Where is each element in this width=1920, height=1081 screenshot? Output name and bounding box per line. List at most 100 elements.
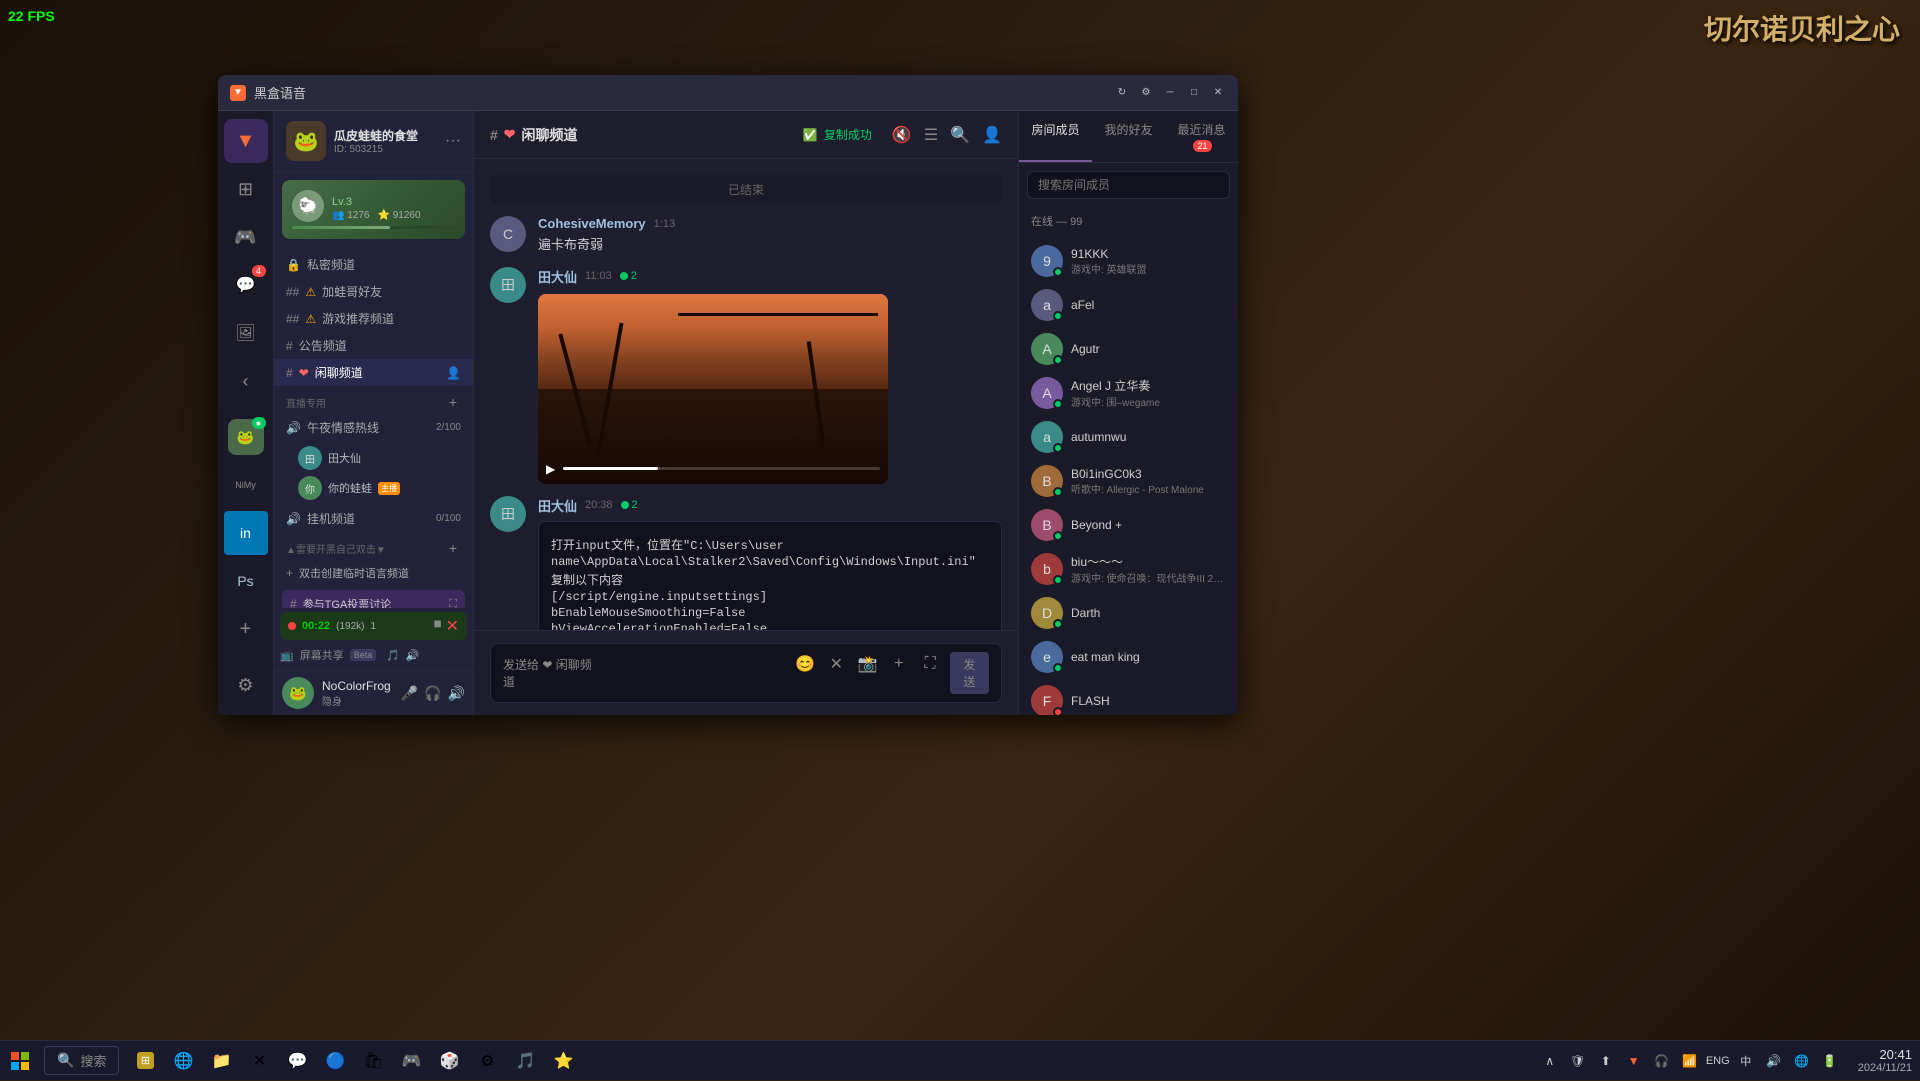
emoji-btn[interactable]: 😊	[793, 652, 816, 676]
taskbar-app-chrome[interactable]: 🔵	[317, 1043, 353, 1079]
list-icon[interactable]: ☰	[924, 125, 938, 145]
rec-stop-btn[interactable]: ⏹	[434, 616, 442, 636]
code-line-4: bEnableMouseSmoothing=False	[551, 606, 989, 620]
taskbar-app-chat[interactable]: 💬	[279, 1043, 315, 1079]
send-button[interactable]: 发送	[950, 652, 989, 694]
tray-keyboard[interactable]: 中	[1734, 1049, 1758, 1073]
sidebar-icon-grid[interactable]: ⊞	[224, 167, 268, 211]
msg-image-2[interactable]: ▶	[538, 294, 888, 484]
member-afel[interactable]: a aFel	[1019, 283, 1238, 327]
channel-double-click[interactable]: + 双击创建临时语言频道	[274, 560, 473, 586]
tray-up-arrow[interactable]: ∧	[1538, 1049, 1562, 1073]
member-avatar-4: A	[1031, 377, 1063, 409]
tab-recent[interactable]: 最近消息 21	[1165, 111, 1238, 162]
member-eatman[interactable]: e eat man king	[1019, 635, 1238, 679]
mute-icon[interactable]: 🔇	[892, 125, 912, 145]
channel-announcement[interactable]: # 公告频道	[274, 332, 473, 359]
member-biu[interactable]: b biu～～～ 游戏中: 使命召唤：现代战争III 2022	[1019, 547, 1238, 591]
app-body: ▼ ⊞ 🎮 💬 4 🖼 ‹ 🐸 ● NiMy in Ps + ⚙ 🐸	[218, 111, 1238, 715]
tga-button[interactable]: # 参与TGA投票讨论 ⛶	[282, 590, 465, 608]
member-91kkk[interactable]: 9 91KKK 游戏中: 英雄联盟	[1019, 239, 1238, 283]
tray-network[interactable]: ⬆	[1594, 1049, 1618, 1073]
channel-private[interactable]: 🔒 私密频道	[274, 251, 473, 278]
settings-button[interactable]: ⚙	[1138, 85, 1154, 101]
server-more-button[interactable]: ···	[445, 132, 461, 150]
tray-battery[interactable]: 🔋	[1818, 1049, 1842, 1073]
taskbar-app-close[interactable]: ✕	[241, 1043, 277, 1079]
channel-friends[interactable]: ## ⚠ 加蛙哥好友	[274, 278, 473, 305]
chat-area: # ❤ 闲聊频道 ✅ 复制成功 🔇 ☰ 🔍 👤 已结束	[474, 111, 1018, 715]
minimize-button[interactable]: ─	[1162, 85, 1178, 101]
sidebar-icon-settings[interactable]: ⚙	[224, 663, 268, 707]
close-btn[interactable]: ✕	[825, 652, 848, 676]
tray-security[interactable]: 🛡	[1566, 1049, 1590, 1073]
channel-game-recommend[interactable]: ## ⚠ 游戏推荐频道	[274, 305, 473, 332]
taskbar-app-star[interactable]: ⭐	[545, 1043, 581, 1079]
volume-btn[interactable]: 🔊	[448, 685, 465, 702]
sidebar-icon-add[interactable]: +	[224, 607, 268, 651]
member-b0i[interactable]: B B0i1inGC0k3 听歌中: Allergic - Post Malon…	[1019, 459, 1238, 503]
taskbar-app-browser[interactable]: 🌐	[165, 1043, 201, 1079]
taskbar-app-settings[interactable]: ⚙	[469, 1043, 505, 1079]
person-icon[interactable]: 👤	[982, 125, 1002, 145]
tray-volume[interactable]: 🔊	[1762, 1049, 1786, 1073]
channel-afternoon[interactable]: 🔊 午夜情感热线 2/100	[274, 414, 473, 441]
member-beyond[interactable]: B Beyond +	[1019, 503, 1238, 547]
headphone-btn[interactable]: 🎧	[424, 685, 441, 702]
sidebar-icon-linkedin[interactable]: in	[224, 511, 268, 555]
channel-chat[interactable]: # ❤ 闲聊频道 👤	[274, 359, 473, 386]
tray-language[interactable]: ENG	[1706, 1049, 1730, 1073]
member-autumnwu[interactable]: a autumnwu	[1019, 415, 1238, 459]
refresh-button[interactable]: ↻	[1114, 85, 1130, 101]
sidebar-icon-user[interactable]: 🐸 ●	[224, 415, 268, 459]
screenshot-btn[interactable]: 📸	[856, 652, 879, 676]
member-flash[interactable]: F FLASH	[1019, 679, 1238, 715]
tray-app1[interactable]: ▼	[1622, 1049, 1646, 1073]
status-dot-8	[1053, 575, 1063, 585]
taskbar-app-media[interactable]: 🎵	[507, 1043, 543, 1079]
sidebar-icon-ps[interactable]: Ps	[224, 559, 268, 603]
taskbar-search[interactable]: 🔍 搜索	[44, 1046, 119, 1075]
fullscreen-btn[interactable]: ⛶	[918, 652, 941, 676]
rec-close-btn[interactable]: ✕	[446, 616, 459, 636]
member-darth[interactable]: D Darth	[1019, 591, 1238, 635]
rec-controls: ⏹ ✕	[434, 616, 459, 636]
taskbar-app-game[interactable]: 🎮	[393, 1043, 429, 1079]
sidebar-icon-arrow[interactable]: ‹	[224, 359, 268, 403]
add-live-channel[interactable]: +	[445, 394, 461, 410]
sidebar-text-nimy[interactable]: NiMy	[224, 463, 268, 507]
sidebar-icon-photo[interactable]: 🖼	[224, 311, 268, 355]
maximize-button[interactable]: □	[1186, 85, 1202, 101]
taskbar-app-explorer[interactable]: ⊞	[127, 1043, 163, 1079]
start-button[interactable]	[0, 1041, 40, 1081]
channel-hangout[interactable]: 🔊 挂机频道 0/100	[274, 505, 473, 532]
member-agutr[interactable]: A Agutr	[1019, 327, 1238, 371]
sidebar-icon-chat[interactable]: 💬 4	[224, 263, 268, 307]
voice-name-2: 你的蛙蛙	[328, 480, 372, 496]
chat-message-input[interactable]	[609, 666, 785, 681]
tray-network2[interactable]: 🌐	[1790, 1049, 1814, 1073]
sidebar-icon-game[interactable]: 🎮	[224, 215, 268, 259]
member-search-input[interactable]	[1027, 171, 1230, 199]
msg-header-1: CohesiveMemory 1:13	[538, 216, 1002, 231]
close-button[interactable]: ✕	[1210, 85, 1226, 101]
taskbar-app-store[interactable]: 🛍	[355, 1043, 391, 1079]
tray-wifi[interactable]: 📶	[1678, 1049, 1702, 1073]
add-channel-btn[interactable]: +	[445, 540, 461, 556]
tab-friends[interactable]: 我的好友	[1092, 111, 1165, 162]
search-icon[interactable]: 🔍	[950, 125, 970, 145]
member-name-2: aFel	[1071, 298, 1226, 312]
plus-btn[interactable]: +	[887, 652, 910, 676]
hash-icon-3: #	[286, 339, 293, 353]
sidebar-icon-home[interactable]: ▼	[224, 119, 268, 163]
mic-btn[interactable]: 🎤	[401, 685, 418, 702]
tray-headphone[interactable]: 🎧	[1650, 1049, 1674, 1073]
taskbar-app-steam[interactable]: 🎲	[431, 1043, 467, 1079]
chat-header: # ❤ 闲聊频道 ✅ 复制成功 🔇 ☰ 🔍 👤	[474, 111, 1018, 159]
tab-room-members[interactable]: 房间成员	[1019, 111, 1092, 162]
member-angel[interactable]: A Angel J 立华奏 游戏中: 围–wegame	[1019, 371, 1238, 415]
taskbar-clock[interactable]: 20:41 2024/11/21	[1850, 1047, 1920, 1074]
taskbar-app-folder[interactable]: 📁	[203, 1043, 239, 1079]
msg-name-1: CohesiveMemory	[538, 216, 646, 231]
heart-channel-icon: ❤	[504, 126, 516, 143]
